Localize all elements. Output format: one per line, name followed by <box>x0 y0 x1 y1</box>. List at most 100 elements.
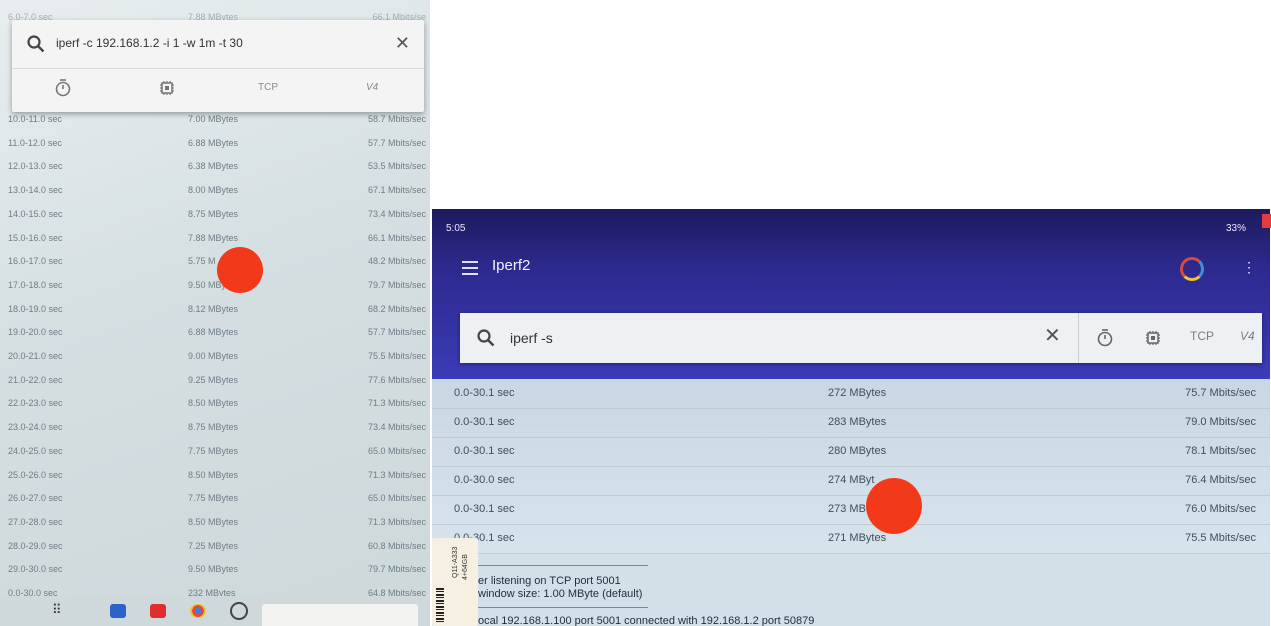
result-interval: 18.0-19.0 sec <box>8 303 63 314</box>
result-bandwidth: 76.4 Mbits/sec <box>1185 474 1256 486</box>
result-bandwidth: 57.7 Mbits/sec <box>367 137 426 148</box>
barcode <box>436 588 444 622</box>
result-transfer: 5.75 M <box>188 256 216 267</box>
result-interval: 19.0-20.0 sec <box>8 327 63 338</box>
result-row: 0.0-30.1 sec 271 MBytes 75.5 Mbits/sec <box>432 524 1270 554</box>
result-row: 22.0-23.0 sec 8.50 MBytes 71.3 Mbits/sec <box>0 392 430 416</box>
log-line-connection: ocal 192.168.1.100 port 5001 connected w… <box>478 615 815 626</box>
result-transfer: 9.50 MBytes <box>188 564 239 575</box>
result-row: 23.0-24.0 sec 8.75 MBytes 73.4 Mbits/sec <box>0 416 430 440</box>
result-row: 0.0-30.1 sec 272 MBytes 75.7 Mbits/sec <box>432 379 1270 409</box>
result-transfer: 7.75 MBytes <box>188 493 239 504</box>
result-row: 24.0-25.0 sec 7.75 MBytes 65.0 Mbits/sec <box>0 440 430 464</box>
battery-indicator: 33% <box>1225 223 1246 234</box>
device-sticker: Q11-A333 4+64GB <box>432 538 478 626</box>
result-bandwidth: 79.7 Mbits/sec <box>367 279 426 290</box>
result-interval: 25.0-26.0 sec <box>8 469 63 480</box>
red-marker-dot <box>217 247 263 293</box>
result-bandwidth: 65.0 Mbits/sec <box>367 445 426 456</box>
result-bandwidth: 60.8 Mbits/sec <box>367 540 426 551</box>
more-options-icon[interactable]: ⋮ <box>1242 259 1256 276</box>
result-interval: 21.0-22.0 sec <box>8 374 63 385</box>
result-transfer: 6.88 MBytes <box>188 137 239 148</box>
result-bandwidth: 75.7 Mbits/sec <box>1185 387 1256 399</box>
result-interval: 17.0-18.0 sec <box>8 279 63 290</box>
result-row: 28.0-29.0 sec 7.25 MBytes 60.8 Mbits/sec <box>0 535 430 559</box>
paper-label <box>262 604 418 626</box>
result-bandwidth: 71.3 Mbits/sec <box>367 469 426 480</box>
log-divider <box>478 607 648 608</box>
result-row: 26.0-27.0 sec 7.75 MBytes 65.0 Mbits/sec <box>0 487 430 511</box>
result-transfer: 272 MBytes <box>828 387 887 399</box>
red-marker-dot <box>866 478 922 534</box>
client-screen: 6.0-7.0 sec 7.88 MBytes 66.1 Mbits/se 10.0-… <box>0 0 430 626</box>
menu-icon[interactable] <box>462 261 478 279</box>
close-icon[interactable]: ✕ <box>395 34 410 52</box>
server-search-bar[interactable]: iperf -s ✕ TCP V4 <box>460 313 1262 363</box>
result-interval: 0.0-30.1 sec <box>454 445 515 457</box>
ip-version-toggle[interactable]: V4 <box>366 82 378 93</box>
search-icon <box>27 35 45 53</box>
result-bandwidth: 75.5 Mbits/sec <box>1185 532 1256 544</box>
sticker-model: Q11-A333 <box>452 546 459 578</box>
server-search-input[interactable]: iperf -s <box>510 330 553 346</box>
result-transfer: 7.00 MBytes <box>188 114 239 124</box>
close-icon[interactable]: ✕ <box>1044 326 1061 346</box>
result-bandwidth: 57.7 Mbits/sec <box>367 327 426 338</box>
result-bandwidth: 75.5 Mbits/sec <box>367 351 426 361</box>
result-transfer: 8.50 MBytes <box>188 469 239 480</box>
result-bandwidth: 66.1 Mbits/sec <box>367 232 426 243</box>
result-transfer: 280 MBytes <box>828 445 887 457</box>
result-transfer: 273 MB <box>828 503 866 515</box>
timer-icon[interactable] <box>1096 328 1114 351</box>
divider <box>1078 313 1079 363</box>
chip-icon[interactable] <box>158 78 176 98</box>
result-row: 27.0-28.0 sec 8.50 MBytes 71.3 Mbits/sec <box>0 511 430 535</box>
result-interval: 15.0-16.0 sec <box>8 232 63 243</box>
result-row: 0.0-30.0 sec 274 MByt 76.4 Mbits/sec <box>432 466 1270 496</box>
result-transfer: 274 MByt <box>828 474 875 486</box>
result-transfer: 283 MBytes <box>828 416 887 428</box>
result-row: 25.0-26.0 sec 8.50 MBytes 71.3 Mbits/sec <box>0 464 430 488</box>
red-tab <box>1262 214 1271 228</box>
apps-grid-icon[interactable]: ⠿ <box>52 602 68 617</box>
log-divider <box>478 565 648 566</box>
app-title: Iperf2 <box>492 257 531 274</box>
app-icon[interactable] <box>110 604 126 618</box>
result-interval: 0.0-30.1 sec <box>454 416 515 428</box>
iperf-app-icon[interactable] <box>230 602 248 620</box>
result-interval: 11.0-12.0 sec <box>8 137 62 148</box>
result-row: 17.0-18.0 sec 9.50 MBy 79.7 Mbits/sec <box>0 274 430 298</box>
result-transfer: 8.50 MBytes <box>188 398 239 409</box>
result-interval: 16.0-17.0 sec <box>8 256 63 267</box>
result-bandwidth: 76.0 Mbits/sec <box>1185 503 1256 515</box>
result-row: 18.0-19.0 sec 8.12 MBytes 68.2 Mbits/sec <box>0 298 430 322</box>
result-bandwidth: 58.7 Mbits/sec <box>367 114 426 124</box>
result-interval: 12.0-13.0 sec <box>8 161 63 172</box>
chip-icon[interactable] <box>1144 328 1162 351</box>
sticker-storage: 4+64GB <box>462 554 469 580</box>
chrome-icon[interactable] <box>190 604 206 618</box>
result-transfer: 8.75 MBytes <box>188 208 239 219</box>
tcp-toggle[interactable]: TCP <box>258 82 278 93</box>
timer-icon[interactable] <box>54 78 72 98</box>
result-interval: 28.0-29.0 sec <box>8 540 63 551</box>
result-row: 16.0-17.0 sec 5.75 M 48.2 Mbits/sec <box>0 250 430 274</box>
youtube-icon[interactable] <box>150 604 166 618</box>
result-row: 14.0-15.0 sec 8.75 MBytes 73.4 Mbits/sec <box>0 203 430 227</box>
server-log: er listening on TCP port 5001 window siz… <box>432 555 1270 626</box>
client-search-bar[interactable]: iperf -c 192.168.1.2 -i 1 -w 1m -t 30 ✕ <box>12 20 424 69</box>
result-interval: 23.0-24.0 sec <box>8 422 63 433</box>
result-row: 29.0-30.0 sec 9.50 MBytes 79.7 Mbits/sec <box>0 558 430 582</box>
result-row: 19.0-20.0 sec 6.88 MBytes 57.7 Mbits/sec <box>0 321 430 345</box>
result-interval: 10.0-11.0 sec <box>8 114 62 124</box>
result-interval: 27.0-28.0 sec <box>8 516 63 527</box>
result-transfer: 9.00 MBytes <box>188 351 239 361</box>
client-search-input[interactable]: iperf -c 192.168.1.2 -i 1 -w 1m -t 30 <box>56 36 243 50</box>
result-bandwidth: 79.7 Mbits/sec <box>367 564 426 575</box>
search-icon <box>477 329 495 347</box>
result-interval: 22.0-23.0 sec <box>8 398 63 409</box>
result-transfer: 8.12 MBytes <box>188 303 239 314</box>
ip-version-toggle[interactable]: V4 <box>1240 329 1255 343</box>
tcp-toggle[interactable]: TCP <box>1190 329 1214 343</box>
